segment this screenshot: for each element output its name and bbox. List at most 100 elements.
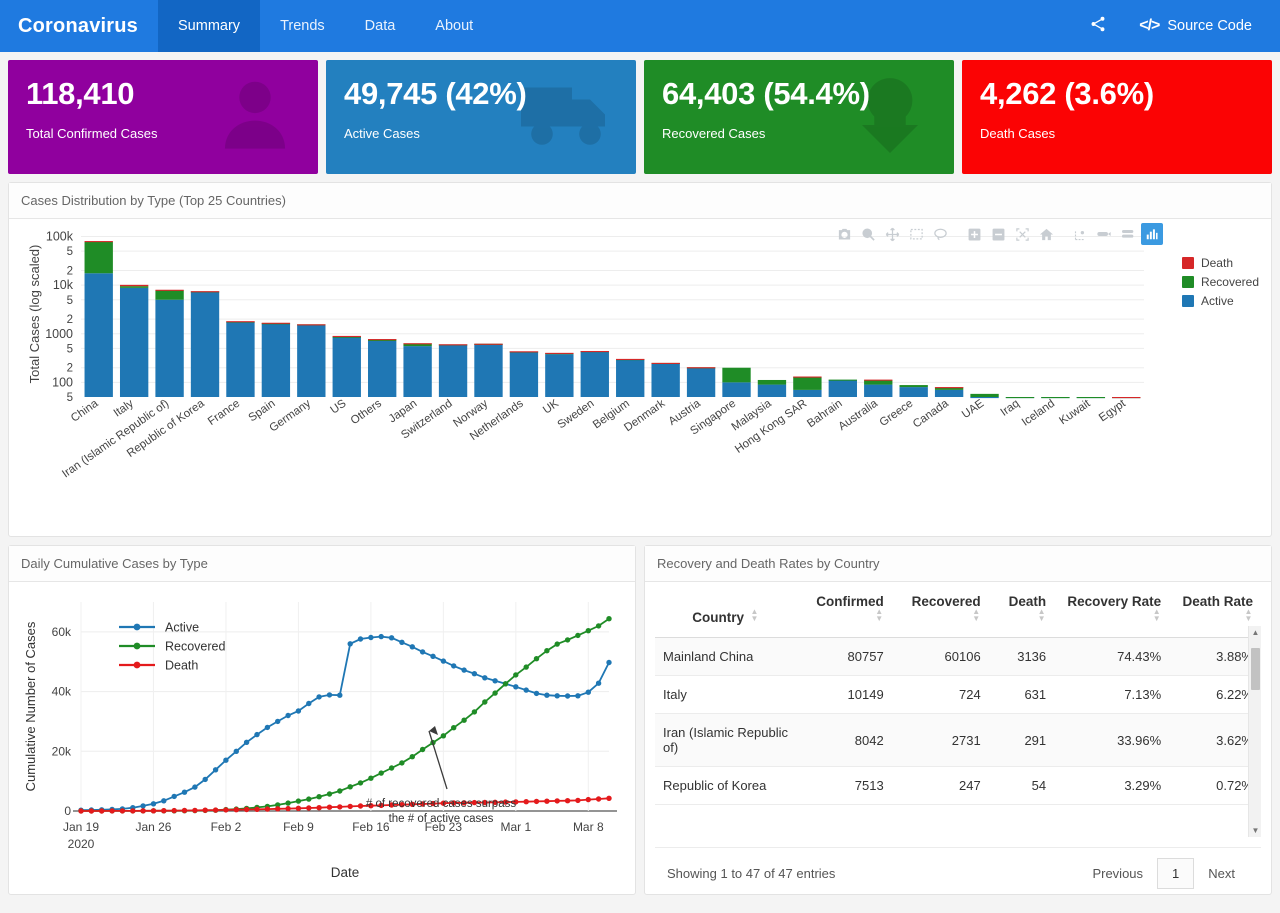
column-header-recovery-rate[interactable]: Recovery Rate▲ ▼ [1054, 582, 1170, 638]
share-icon [1089, 15, 1107, 37]
svg-text:Jan 19: Jan 19 [63, 820, 99, 834]
scroll-down-arrow-icon[interactable]: ▼ [1251, 826, 1260, 835]
hover-compare-data-icon[interactable] [1093, 223, 1115, 245]
toggle-spike-lines-icon[interactable] [1069, 223, 1091, 245]
cell-country: Republic of Korea [655, 766, 797, 805]
svg-text:Australia: Australia [836, 397, 880, 433]
nav-link-trends[interactable]: Trends [260, 0, 345, 52]
kpi-value-total-confirmed: 118,410 [26, 76, 135, 111]
rates-table: Country ▲ ▼ Confirmed▲ ▼ Recovered▲ ▼ Death▲… [655, 582, 1261, 805]
rates-table-body: Country ▲ ▼ Confirmed▲ ▼ Recovered▲ ▼ Death▲… [645, 582, 1271, 904]
svg-text:Feb 9: Feb 9 [283, 820, 314, 834]
svg-text:US: US [328, 397, 348, 416]
svg-text:# of recovered cases surpass: # of recovered cases surpass [366, 798, 516, 810]
svg-text:1000: 1000 [45, 327, 73, 341]
table-pagination: Previous 1 Next [1078, 858, 1249, 889]
svg-text:Iceland: Iceland [1020, 398, 1057, 429]
svg-text:20k: 20k [52, 744, 72, 758]
cell-confirmed: 7513 [796, 766, 892, 805]
column-header-death[interactable]: Death▲ ▼ [988, 582, 1055, 638]
brand-logo[interactable]: Coronavirus [0, 0, 158, 52]
legend-item-active[interactable]: Active [1181, 291, 1259, 310]
legend-item-death[interactable]: Death [1181, 253, 1259, 272]
cell-recovery-rate: 3.29% [1054, 766, 1170, 805]
table-info: Showing 1 to 47 of 47 entries [667, 866, 836, 881]
zoom-out-icon[interactable] [987, 223, 1009, 245]
cell-death: 3136 [988, 637, 1055, 676]
top-navbar: Coronavirus Summary Trends Data About </… [0, 0, 1280, 52]
sort-arrows-icon: ▲ ▼ [750, 607, 759, 623]
table-footer: Showing 1 to 47 of 47 entries Previous 1… [655, 847, 1261, 901]
plotly-modebar [833, 223, 1163, 245]
nav-link-about[interactable]: About [415, 0, 493, 52]
pan-icon[interactable] [881, 223, 903, 245]
plotly-logo-icon[interactable] [1141, 223, 1163, 245]
svg-text:Jan 26: Jan 26 [135, 820, 171, 834]
table-vertical-scrollbar[interactable]: ▲ ▼ [1248, 626, 1261, 837]
column-header-recovered[interactable]: Recovered▲ ▼ [891, 582, 989, 638]
line-chart-body: 0 20k 40k 60k Jan 19 2020 Jan 26 Feb 2 Feb 9 Feb … [9, 582, 635, 904]
kpi-label-total-confirmed: Total Confirmed Cases [26, 125, 158, 141]
reset-axes-home-icon[interactable] [1035, 223, 1057, 245]
svg-text:Date: Date [331, 865, 360, 880]
svg-text:5: 5 [67, 246, 73, 258]
source-code-button[interactable]: </> Source Code [1125, 0, 1266, 52]
legend-swatch-active [1181, 294, 1194, 307]
line-chart-svg[interactable]: 0 20k 40k 60k Jan 19 2020 Jan 26 Feb 2 Feb 9 Feb … [9, 582, 635, 904]
svg-text:Canada: Canada [911, 397, 951, 430]
column-header-country[interactable]: Country ▲ ▼ [655, 582, 797, 638]
rates-table-title: Recovery and Death Rates by Country [645, 546, 1271, 582]
pagination-page-1-button[interactable]: 1 [1157, 858, 1195, 889]
pagination-next-button[interactable]: Next [1194, 859, 1249, 888]
svg-text:France: France [206, 398, 242, 428]
svg-text:2: 2 [67, 266, 73, 278]
table-row[interactable]: Mainland China 80757 60106 3136 74.43% 3… [655, 637, 1261, 676]
svg-text:Feb 2: Feb 2 [211, 820, 242, 834]
cell-confirmed: 8042 [796, 713, 892, 767]
svg-text:Death: Death [165, 659, 198, 673]
table-row[interactable]: Italy 10149 724 631 7.13% 6.22% [655, 675, 1261, 714]
kpi-value-death: 4,262 (3.6%) [980, 76, 1154, 111]
sort-arrows-icon: ▲ ▼ [1037, 607, 1046, 623]
cell-confirmed: 80757 [796, 637, 892, 676]
kpi-card-death: 4,262 (3.6%) Death Cases [962, 60, 1272, 174]
scrollbar-thumb[interactable] [1251, 648, 1260, 690]
svg-text:2: 2 [67, 314, 73, 326]
nav-link-data[interactable]: Data [345, 0, 416, 52]
table-row[interactable]: Republic of Korea 7513 247 54 3.29% 0.72… [655, 766, 1261, 805]
svg-text:5: 5 [67, 295, 73, 307]
legend-label-death: Death [1200, 255, 1233, 270]
zoom-icon[interactable] [857, 223, 879, 245]
kpi-value-recovered: 64,403 (54.4%) [662, 76, 870, 111]
column-label-country: Country [692, 610, 744, 625]
svg-text:2020: 2020 [68, 837, 95, 851]
share-button[interactable] [1075, 0, 1121, 52]
svg-text:Greece: Greece [878, 398, 916, 429]
table-row[interactable]: Iran (Islamic Republic of) 8042 2731 291… [655, 713, 1261, 767]
nav-link-summary[interactable]: Summary [158, 0, 261, 52]
autoscale-icon[interactable] [1011, 223, 1033, 245]
kpi-label-active: Active Cases [344, 125, 420, 141]
box-select-icon[interactable] [905, 223, 927, 245]
cell-country: Iran (Islamic Republic of) [655, 713, 797, 767]
legend-swatch-death [1181, 256, 1194, 269]
line-chart-title: Daily Cumulative Cases by Type [9, 546, 635, 582]
hover-closest-data-icon[interactable] [1117, 223, 1139, 245]
table-header-row: Country ▲ ▼ Confirmed▲ ▼ Recovered▲ ▼ Death▲… [655, 582, 1261, 638]
column-header-confirmed[interactable]: Confirmed▲ ▼ [796, 582, 892, 638]
sort-arrows-icon: ▲ ▼ [1244, 607, 1253, 623]
column-label-recovery-rate: Recovery Rate [1067, 594, 1162, 609]
bar-chart-svg[interactable]: 100k5210k521000521005Total Cases (log sc… [9, 219, 1269, 533]
cell-death: 291 [988, 713, 1055, 767]
lasso-select-icon[interactable] [929, 223, 951, 245]
pagination-previous-button[interactable]: Previous [1078, 859, 1157, 888]
kpi-value-active: 49,745 (42%) [344, 76, 527, 111]
download-plot-png-icon[interactable] [833, 223, 855, 245]
zoom-in-icon[interactable] [963, 223, 985, 245]
kpi-cards-row: 118,410 Total Confirmed Cases 49,745 (42… [0, 52, 1280, 174]
cell-recovered: 724 [891, 675, 989, 714]
svg-text:Recovered: Recovered [165, 640, 225, 654]
scroll-up-arrow-icon[interactable]: ▲ [1251, 628, 1260, 637]
legend-item-recovered[interactable]: Recovered [1181, 272, 1259, 291]
svg-text:Egypt: Egypt [1097, 397, 1129, 424]
